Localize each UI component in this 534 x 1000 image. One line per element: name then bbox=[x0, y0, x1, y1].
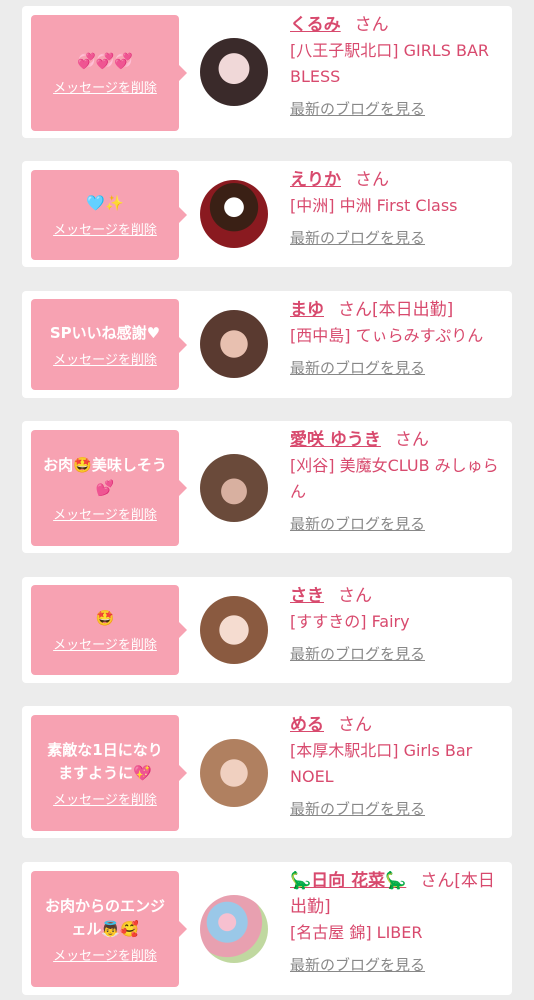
honorific: さん bbox=[338, 715, 372, 735]
avatar[interactable] bbox=[200, 895, 268, 963]
message-text: 💞💞💞 bbox=[76, 52, 134, 70]
latest-blog-link[interactable]: 最新のブログを見る bbox=[290, 798, 506, 820]
girl-name-link[interactable]: さき bbox=[290, 586, 324, 606]
latest-blog-link[interactable]: 最新のブログを見る bbox=[290, 357, 506, 379]
profile-info: くるみ さん [八王子駅北口] GIRLS BAR BLESS 最新のブログを見る bbox=[290, 12, 506, 120]
message-text: 🤩 bbox=[95, 609, 115, 627]
message-bubble: 素敵な1日になり ますように💖 メッセージを削除 bbox=[31, 715, 187, 831]
avatar[interactable] bbox=[200, 310, 268, 378]
message-bubble: お肉からのエンジ ェル👼🥰 メッセージを削除 bbox=[31, 871, 187, 987]
latest-blog-link[interactable]: 最新のブログを見る bbox=[290, 643, 506, 665]
girl-name-link[interactable]: 愛咲 ゆうき bbox=[290, 430, 381, 450]
message-card: お肉🤩美味しそう 💕 メッセージを削除 愛咲 ゆうき さん [刈谷] 美魔女CLU… bbox=[22, 421, 512, 553]
message-text: 素敵な1日になり ますように💖 bbox=[47, 740, 163, 782]
honorific: さん bbox=[355, 170, 389, 190]
message-card: SPいいね感謝♥ メッセージを削除 まゆ さん[本日出勤] [西中島] てぃらみす… bbox=[22, 291, 512, 398]
girl-name-link[interactable]: えりか bbox=[290, 170, 341, 190]
delete-message-link[interactable]: メッセージを削除 bbox=[53, 789, 157, 808]
profile-info: 🦕日向 花菜🦕 さん[本日出勤] [名古屋 錦] LIBER 最新のブログを見る bbox=[290, 868, 506, 976]
message-text: お肉からのエンジ ェル👼🥰 bbox=[44, 896, 165, 938]
avatar[interactable] bbox=[200, 180, 268, 248]
latest-blog-link[interactable]: 最新のブログを見る bbox=[290, 513, 506, 535]
honorific: さん bbox=[354, 15, 389, 35]
delete-message-link[interactable]: メッセージを削除 bbox=[53, 634, 157, 653]
avatar[interactable] bbox=[200, 739, 268, 807]
profile-info: める さん [本厚木駅北口] Girls Bar NOEL 最新のブログを見る bbox=[290, 712, 506, 820]
message-card: 🩵✨ メッセージを削除 えりか さん [中洲] 中洲 First Class 最新… bbox=[22, 161, 512, 267]
honorific: さん bbox=[420, 871, 455, 891]
delete-message-link[interactable]: メッセージを削除 bbox=[53, 349, 157, 368]
shop-name: [名古屋 錦] LIBER bbox=[290, 923, 423, 942]
latest-blog-link[interactable]: 最新のブログを見る bbox=[290, 954, 506, 976]
message-card: 素敵な1日になり ますように💖 メッセージを削除 める さん [本厚木駅北口] G… bbox=[22, 706, 512, 838]
latest-blog-link[interactable]: 最新のブログを見る bbox=[290, 98, 506, 120]
latest-blog-link[interactable]: 最新のブログを見る bbox=[290, 227, 506, 249]
message-text: お肉🤩美味しそう 💕 bbox=[43, 455, 167, 497]
girl-name-link[interactable]: まゆ bbox=[290, 300, 324, 320]
avatar[interactable] bbox=[200, 454, 268, 522]
message-bubble: 🤩 メッセージを削除 bbox=[31, 585, 187, 675]
delete-message-link[interactable]: メッセージを削除 bbox=[53, 945, 157, 964]
profile-info: さき さん [すすきの] Fairy 最新のブログを見る bbox=[290, 583, 506, 665]
profile-info: 愛咲 ゆうき さん [刈谷] 美魔女CLUB みしゅらん 最新のブログを見る bbox=[290, 427, 506, 535]
girl-name-link[interactable]: 🦕日向 花菜🦕 bbox=[290, 871, 406, 891]
message-text: 🩵✨ bbox=[86, 194, 124, 212]
avatar[interactable] bbox=[200, 38, 268, 106]
message-bubble: 💞💞💞 メッセージを削除 bbox=[31, 15, 187, 131]
shop-name: [八王子駅北口] GIRLS BAR BLESS bbox=[290, 41, 490, 86]
profile-info: えりか さん [中洲] 中洲 First Class 最新のブログを見る bbox=[290, 167, 506, 249]
girl-name-link[interactable]: くるみ bbox=[290, 15, 341, 35]
message-card: 🤩 メッセージを削除 さき さん [すすきの] Fairy 最新のブログを見る bbox=[22, 577, 512, 683]
message-bubble: SPいいね感謝♥ メッセージを削除 bbox=[31, 299, 187, 390]
delete-message-link[interactable]: メッセージを削除 bbox=[53, 504, 157, 523]
shop-name: [すすきの] Fairy bbox=[290, 612, 410, 631]
shop-name: [刈谷] 美魔女CLUB みしゅらん bbox=[290, 456, 499, 501]
message-card: お肉からのエンジ ェル👼🥰 メッセージを削除 🦕日向 花菜🦕 さん[本日出勤] [… bbox=[22, 862, 512, 995]
girl-name-link[interactable]: める bbox=[290, 715, 324, 735]
honorific: さん bbox=[394, 430, 429, 450]
message-card: 💞💞💞 メッセージを削除 くるみ さん [八王子駅北口] GIRLS BAR BL… bbox=[22, 6, 512, 138]
delete-message-link[interactable]: メッセージを削除 bbox=[53, 77, 157, 96]
honorific: さん bbox=[338, 586, 372, 606]
working-today-label: [本日出勤] bbox=[372, 300, 454, 320]
honorific: さん bbox=[338, 300, 372, 320]
message-text: SPいいね感謝♥ bbox=[49, 323, 161, 342]
message-bubble: 🩵✨ メッセージを削除 bbox=[31, 170, 187, 260]
message-bubble: お肉🤩美味しそう 💕 メッセージを削除 bbox=[31, 430, 187, 546]
profile-info: まゆ さん[本日出勤] [西中島] てぃらみすぷりん 最新のブログを見る bbox=[290, 297, 506, 379]
shop-name: [中洲] 中洲 First Class bbox=[290, 196, 458, 215]
delete-message-link[interactable]: メッセージを削除 bbox=[53, 219, 157, 238]
avatar[interactable] bbox=[200, 596, 268, 664]
shop-name: [西中島] てぃらみすぷりん bbox=[290, 326, 484, 345]
shop-name: [本厚木駅北口] Girls Bar NOEL bbox=[290, 741, 473, 786]
